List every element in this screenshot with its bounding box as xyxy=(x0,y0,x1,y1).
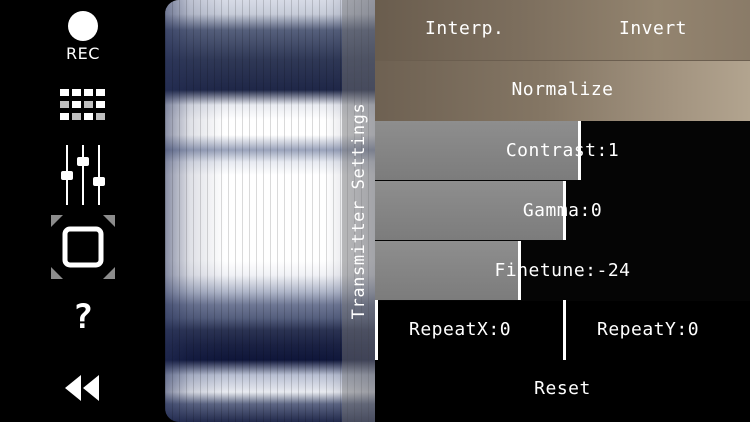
fullscreen-button[interactable] xyxy=(51,214,115,280)
fullscreen-icon xyxy=(51,215,115,279)
interp-button[interactable]: Interp. xyxy=(425,18,504,39)
gamma-label: Gamma:0 xyxy=(522,200,603,221)
mixer-button[interactable] xyxy=(52,142,114,208)
contrast-label: Contrast:1 xyxy=(505,140,620,161)
repeaty-label[interactable]: RepeatY:0 xyxy=(597,319,699,340)
rewind-icon xyxy=(65,375,99,401)
spectrogram-view[interactable] xyxy=(165,0,375,422)
interp-invert-row: Interp. Invert xyxy=(375,0,750,60)
finetune-label: Finetune:-24 xyxy=(494,260,631,281)
grid-icon xyxy=(60,89,105,120)
record-icon xyxy=(68,11,98,41)
record-button[interactable]: REC xyxy=(52,8,114,66)
transmitter-settings-panel: Interp. Invert Normalize Contrast:1 Gamm… xyxy=(375,0,750,422)
invert-button[interactable]: Invert xyxy=(619,18,687,39)
normalize-label: Normalize xyxy=(511,79,614,100)
rewind-button[interactable] xyxy=(52,370,114,406)
help-button[interactable]: ? xyxy=(52,292,114,342)
contrast-slider[interactable]: Contrast:1 xyxy=(375,121,750,181)
repeatx-label[interactable]: RepeatX:0 xyxy=(409,319,511,340)
panel-title-text: Transmitter Settings xyxy=(349,102,369,319)
reset-button[interactable]: Reset xyxy=(375,378,750,399)
help-icon: ? xyxy=(72,297,94,337)
finetune-slider[interactable]: Finetune:-24 xyxy=(375,241,750,301)
toolbar: REC ? xyxy=(0,0,165,422)
grid-button[interactable] xyxy=(52,86,114,126)
gamma-slider[interactable]: Gamma:0 xyxy=(375,181,750,241)
repeatx-slider-thumb[interactable] xyxy=(375,300,378,360)
panel-title: Transmitter Settings xyxy=(347,88,371,333)
record-label: REC xyxy=(66,44,100,63)
repeaty-slider-thumb[interactable] xyxy=(563,300,566,360)
mixer-sliders-icon xyxy=(61,145,105,205)
normalize-button[interactable]: Normalize xyxy=(375,61,750,121)
